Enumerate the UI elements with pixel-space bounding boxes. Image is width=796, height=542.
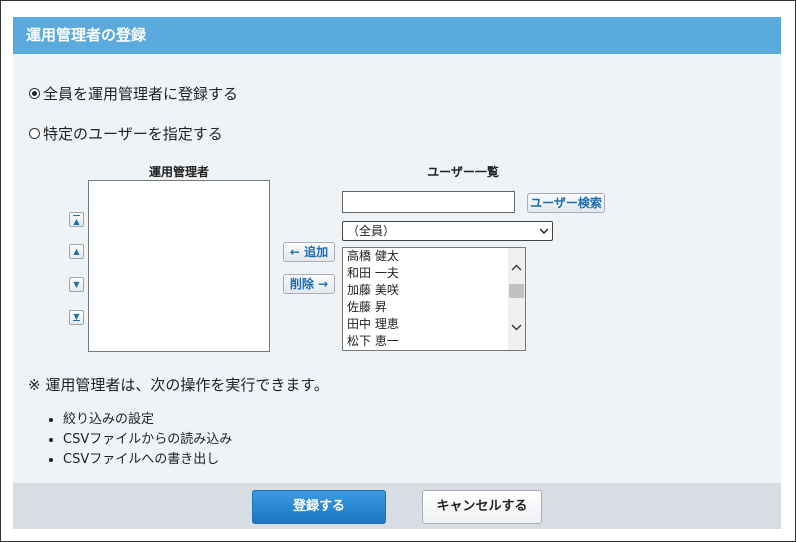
remove-button[interactable]: 削除 → xyxy=(283,274,335,294)
move-bottom-icon: ▼ xyxy=(73,312,80,321)
radio-unselected-icon[interactable] xyxy=(29,128,40,139)
cancel-button[interactable]: キャンセルする xyxy=(422,490,542,524)
permission-item: 絞り込みの設定 xyxy=(49,410,232,430)
dialog-footer: 登録する キャンセルする xyxy=(13,483,781,529)
user-list-item[interactable]: 田中 理恵 xyxy=(343,316,525,333)
radio-all-users-label: 全員を運用管理者に登録する xyxy=(43,85,239,103)
move-down-button[interactable]: ▼ xyxy=(69,277,84,292)
user-search-input[interactable] xyxy=(342,191,515,213)
radio-all-users[interactable]: 全員を運用管理者に登録する xyxy=(29,83,238,104)
admins-listbox[interactable] xyxy=(88,180,270,352)
move-top-icon: ▲ xyxy=(73,217,80,226)
user-list-item[interactable]: 松下 恵一 xyxy=(343,333,525,350)
submit-button[interactable]: 登録する xyxy=(252,490,386,524)
dialog-panel: 運用管理者の登録 全員を運用管理者に登録する 特定のユーザーを指定する 運用管理… xyxy=(13,17,781,529)
move-up-icon: ▲ xyxy=(73,247,80,256)
group-select[interactable]: （全員） xyxy=(342,221,553,241)
permissions-list: 絞り込みの設定 CSVファイルからの読み込み CSVファイルへの書き出し xyxy=(49,410,232,470)
move-up-button[interactable]: ▲ xyxy=(69,244,84,259)
add-button[interactable]: ← 追加 xyxy=(283,242,335,262)
permissions-note: ※ 運用管理者は、次の操作を実行できます。 xyxy=(28,376,329,394)
group-select-value: （全員） xyxy=(347,224,396,238)
dialog-frame: 運用管理者の登録 全員を運用管理者に登録する 特定のユーザーを指定する 運用管理… xyxy=(0,0,796,542)
user-list-item[interactable]: 佐藤 昇 xyxy=(343,299,525,316)
user-listbox[interactable]: 高橋 健太 和田 一夫 加藤 美咲 佐藤 昇 田中 理恵 松下 恵一 xyxy=(342,247,526,351)
radio-specific-users-label: 特定のユーザーを指定する xyxy=(43,125,223,143)
scrollbar-thumb[interactable] xyxy=(509,284,524,298)
move-down-icon: ▼ xyxy=(73,280,80,289)
dialog-title: 運用管理者の登録 xyxy=(13,17,781,54)
user-list-item[interactable]: 加藤 美咲 xyxy=(343,282,525,299)
admins-header: 運用管理者 xyxy=(148,165,209,179)
user-search-button[interactable]: ユーザー検索 xyxy=(527,193,605,213)
radio-specific-users[interactable]: 特定のユーザーを指定する xyxy=(29,123,223,144)
user-list-item[interactable]: 高橋 健太 xyxy=(343,248,525,265)
scroll-down-icon[interactable] xyxy=(511,323,522,331)
move-top-button[interactable]: ▲ xyxy=(69,212,84,227)
user-list-scrollbar[interactable] xyxy=(508,248,525,350)
scroll-up-icon[interactable] xyxy=(511,264,522,272)
permission-item: CSVファイルへの書き出し xyxy=(49,450,232,470)
user-list-header: ユーザー一覧 xyxy=(427,165,499,179)
permission-item: CSVファイルからの読み込み xyxy=(49,430,232,450)
chevron-down-icon xyxy=(540,228,548,234)
move-bottom-button[interactable]: ▼ xyxy=(69,310,84,325)
radio-selected-icon[interactable] xyxy=(29,88,40,99)
user-list-item[interactable]: 和田 一夫 xyxy=(343,265,525,282)
